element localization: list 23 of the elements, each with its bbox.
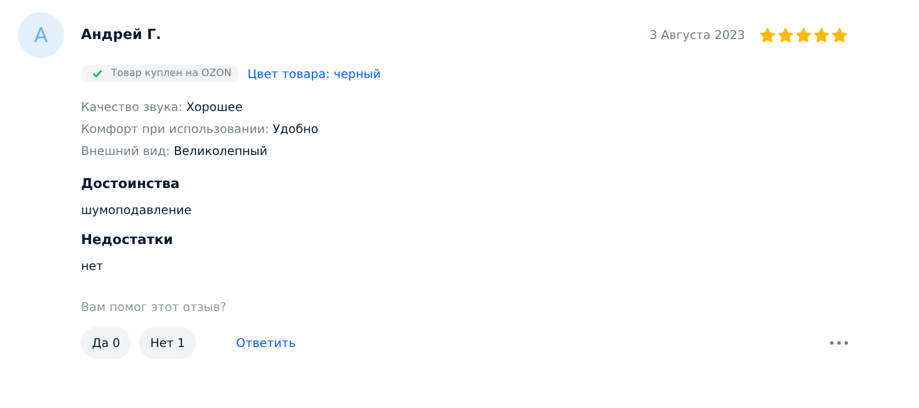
more-icon[interactable]: [830, 341, 848, 345]
helpful-question: Вам помог этот отзыв?: [81, 300, 228, 314]
attribute-line: Комфорт при использовании: Удобно: [81, 121, 320, 138]
vote-button[interactable]: Да 0: [81, 327, 132, 359]
star-icon: [831, 26, 848, 44]
author-name: Андрей Г.: [81, 27, 162, 43]
avatar: А: [18, 12, 64, 58]
check-icon: [92, 69, 103, 78]
section-text: шумоподавление: [81, 202, 192, 218]
star-icon: [759, 26, 776, 44]
attribute-line: Качество звука: Хорошее: [81, 99, 244, 116]
variant-link[interactable]: Цвет товара: черный: [247, 66, 381, 80]
badge-text: Товар куплен на OZON: [111, 68, 232, 79]
section-text: нет: [81, 258, 104, 274]
review-date: 3 Августа 2023: [650, 28, 745, 42]
section-title: Недостатки: [81, 231, 174, 250]
vote-button[interactable]: Нет 1: [139, 327, 196, 359]
section-title: Достоинства: [81, 175, 181, 194]
star-icon: [813, 26, 830, 44]
reply-link[interactable]: Ответить: [236, 336, 822, 350]
star-icon: [777, 26, 794, 44]
star-icon: [795, 26, 812, 44]
attribute-line: Внешний вид: Великолепный: [81, 143, 268, 160]
